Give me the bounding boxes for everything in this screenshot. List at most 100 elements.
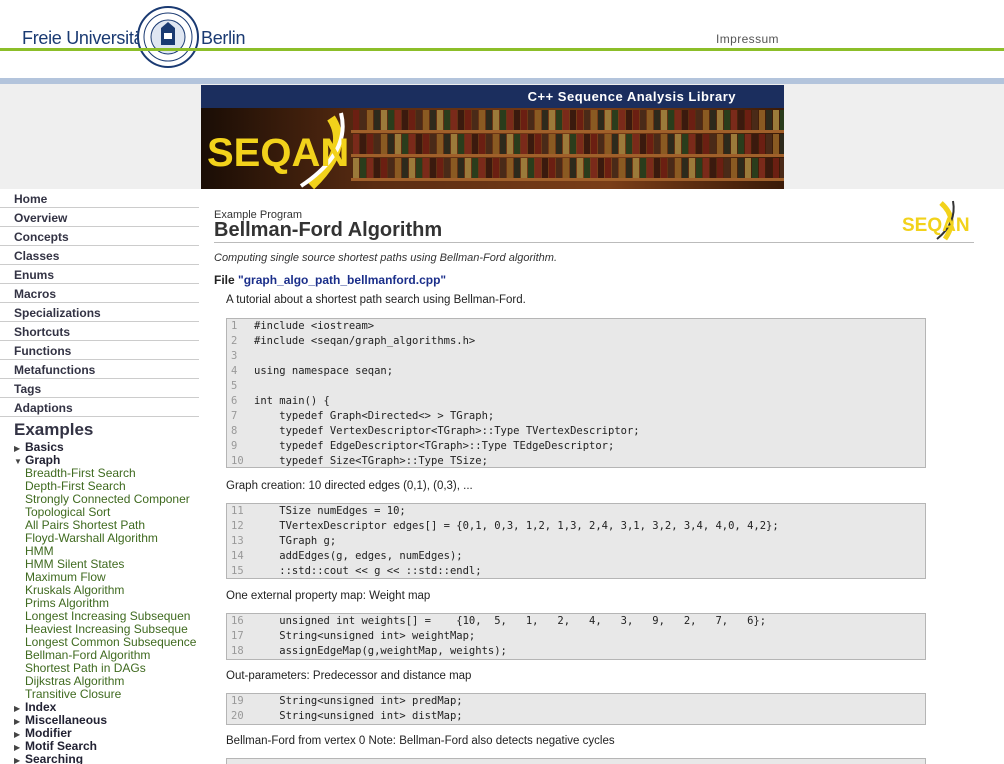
graph-example-link[interactable]: Longest Common Subsequence xyxy=(25,635,196,649)
section-text: Graph creation: 10 directed edges (0,1),… xyxy=(226,480,473,492)
book-spine xyxy=(633,158,639,178)
book-spine xyxy=(661,134,667,154)
book-spine xyxy=(451,110,457,130)
book-spine xyxy=(661,158,667,178)
triangle-right-icon: ▶ xyxy=(14,444,21,453)
sidebar-item-shortcuts[interactable]: Shortcuts xyxy=(0,322,199,341)
book-spine xyxy=(507,110,513,130)
book-spine xyxy=(493,134,499,154)
book-spine xyxy=(423,134,429,154)
tree-modifier[interactable]: ▶ Modifier xyxy=(14,726,72,740)
book-spine xyxy=(738,110,744,130)
book-spine xyxy=(689,158,695,178)
tree-basics[interactable]: ▶ Basics xyxy=(14,440,64,454)
book-spine xyxy=(521,134,527,154)
code-line: 1 #include <iostream> xyxy=(227,319,925,334)
book-spine xyxy=(563,158,569,178)
line-number: 18 xyxy=(231,645,244,657)
graph-example-link[interactable]: Transitive Closure xyxy=(25,687,121,701)
code-line: 14 addEdges(g, edges, numEdges); xyxy=(227,549,925,564)
graph-example-link[interactable]: HMM xyxy=(25,544,54,558)
book-spine xyxy=(507,158,513,178)
book-spine xyxy=(353,158,359,178)
book-spine xyxy=(444,134,450,154)
graph-example-link[interactable]: Maximum Flow xyxy=(25,570,106,584)
seqan-logo-text: SEQAN xyxy=(207,131,349,175)
graph-example-link[interactable]: All Pairs Shortest Path xyxy=(25,518,145,532)
book-spine xyxy=(731,134,737,154)
book-spine xyxy=(402,134,408,154)
sidebar-item-functions[interactable]: Functions xyxy=(0,341,199,360)
tree-searching[interactable]: ▶ Searching xyxy=(14,752,83,764)
sidebar-item-overview[interactable]: Overview xyxy=(0,208,199,227)
code-text: unsigned int weights[] = {10, 5, 1, 2, 4… xyxy=(254,615,767,627)
book-spine xyxy=(682,134,688,154)
graph-example-link[interactable]: Prims Algorithm xyxy=(25,596,109,610)
book-spine xyxy=(724,110,730,130)
book-spine xyxy=(556,158,562,178)
book-spine xyxy=(668,134,674,154)
book-spine xyxy=(430,134,436,154)
book-spine xyxy=(437,158,443,178)
tree-graph[interactable]: ▼ Graph xyxy=(14,453,60,467)
sidebar-item-specializations[interactable]: Specializations xyxy=(0,303,199,322)
sidebar-item-macros[interactable]: Macros xyxy=(0,284,199,303)
file-line: File "graph_algo_path_bellmanford.cpp" xyxy=(214,273,447,287)
book-spine xyxy=(689,134,695,154)
sidebar-item-enums[interactable]: Enums xyxy=(0,265,199,284)
book-spine xyxy=(766,134,772,154)
book-spine xyxy=(395,158,401,178)
impressum-link[interactable]: Impressum xyxy=(716,32,779,46)
sidebar-item-metafunctions[interactable]: Metafunctions xyxy=(0,360,199,379)
book-spine xyxy=(500,158,506,178)
tree-miscellaneous[interactable]: ▶ Miscellaneous xyxy=(14,713,107,727)
graph-example-link[interactable]: Topological Sort xyxy=(25,505,110,519)
book-spine xyxy=(654,134,660,154)
graph-example-link[interactable]: Dijkstras Algorithm xyxy=(25,674,124,688)
book-spine xyxy=(521,110,527,130)
book-spine xyxy=(626,158,632,178)
triangle-right-icon: ▶ xyxy=(14,704,21,713)
book-spine xyxy=(773,158,779,178)
graph-example-link[interactable]: Longest Increasing Subsequen xyxy=(25,609,190,623)
graph-example-link[interactable]: Strongly Connected Componer xyxy=(25,492,190,506)
sidebar-item-tags[interactable]: Tags xyxy=(0,379,199,398)
code-line: 15 ::std::cout << g << ::std::endl; xyxy=(227,564,925,578)
graph-example-link[interactable]: Depth-First Search xyxy=(25,479,126,493)
book-spine xyxy=(360,134,366,154)
sidebar-item-classes[interactable]: Classes xyxy=(0,246,199,265)
graph-example-link[interactable]: HMM Silent States xyxy=(25,557,124,571)
code-line: 13 TGraph g; xyxy=(227,534,925,549)
sidebar-item-concepts[interactable]: Concepts xyxy=(0,227,199,246)
book-spine xyxy=(605,110,611,130)
book-spine xyxy=(458,158,464,178)
book-spine xyxy=(416,158,422,178)
fu-seal-icon[interactable] xyxy=(137,6,199,68)
sidebar-item-adaptions[interactable]: Adaptions xyxy=(0,398,199,417)
code-text: addEdges(g, edges, numEdges); xyxy=(254,550,463,562)
graph-example-link[interactable]: Kruskals Algorithm xyxy=(25,583,124,597)
book-spine xyxy=(514,134,520,154)
book-spine xyxy=(374,110,380,130)
tree-index[interactable]: ▶ Index xyxy=(14,700,56,714)
book-spine xyxy=(542,158,548,178)
sidebar-item-home[interactable]: Home xyxy=(0,189,199,208)
book-spine xyxy=(500,110,506,130)
tree-motif-search[interactable]: ▶ Motif Search xyxy=(14,739,97,753)
book-spine xyxy=(479,110,485,130)
book-spine xyxy=(612,158,618,178)
line-number: 19 xyxy=(231,695,244,707)
graph-example-link[interactable]: Bellman-Ford Algorithm xyxy=(25,648,150,662)
book-spine xyxy=(437,134,443,154)
graph-example-link[interactable]: Breadth-First Search xyxy=(25,466,136,480)
graph-example-link[interactable]: Heaviest Increasing Subseque xyxy=(25,622,188,636)
graph-example-link[interactable]: Floyd-Warshall Algorithm xyxy=(25,531,158,545)
graph-example-link[interactable]: Shortest Path in DAGs xyxy=(25,661,146,675)
code-text: TVertexDescriptor edges[] = {0,1, 0,3, 1… xyxy=(254,520,779,532)
line-number: 5 xyxy=(231,380,238,392)
file-link[interactable]: "graph_algo_path_bellmanford.cpp" xyxy=(238,273,446,287)
book-spine xyxy=(486,158,492,178)
book-spine xyxy=(717,110,723,130)
book-spine xyxy=(395,110,401,130)
book-spine xyxy=(752,110,758,130)
